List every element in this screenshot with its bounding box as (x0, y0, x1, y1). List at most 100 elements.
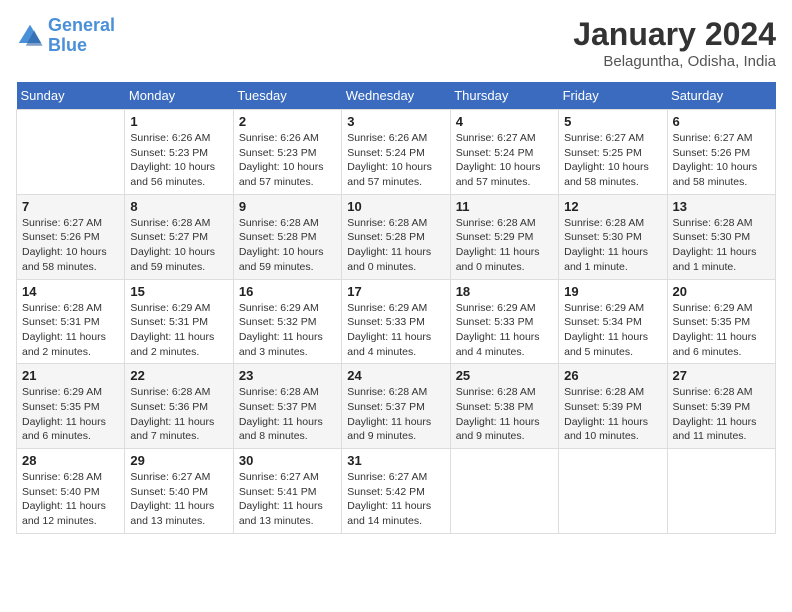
day-info: Sunrise: 6:28 AM Sunset: 5:37 PM Dayligh… (347, 385, 444, 444)
calendar-table: SundayMondayTuesdayWednesdayThursdayFrid… (16, 82, 776, 534)
day-info: Sunrise: 6:29 AM Sunset: 5:35 PM Dayligh… (22, 385, 119, 444)
calendar-cell: 18Sunrise: 6:29 AM Sunset: 5:33 PM Dayli… (450, 279, 558, 364)
day-info: Sunrise: 6:29 AM Sunset: 5:33 PM Dayligh… (456, 301, 553, 360)
day-info: Sunrise: 6:26 AM Sunset: 5:24 PM Dayligh… (347, 131, 444, 190)
page-header: General Blue January 2024 Belaguntha, Od… (16, 16, 776, 70)
calendar-body: 1 Sunrise: 6:26 AM Sunset: 5:23 PM Daylig… (17, 110, 776, 534)
day-info: Sunrise: 6:28 AM Sunset: 5:38 PM Dayligh… (456, 385, 553, 444)
day-header: Monday (125, 82, 233, 110)
day-info: Sunrise: 6:27 AM Sunset: 5:42 PM Dayligh… (347, 470, 444, 529)
calendar-cell: 11 Sunrise: 6:28 AM Sunset: 5:29 PM Dayli… (450, 194, 558, 279)
calendar-cell: 19 Sunrise: 6:29 AM Sunset: 5:34 PM Dayli… (559, 279, 667, 364)
calendar-cell: 27Sunrise: 6:28 AM Sunset: 5:39 PM Dayli… (667, 364, 775, 449)
calendar-cell: 31 Sunrise: 6:27 AM Sunset: 5:42 PM Dayli… (342, 449, 450, 534)
day-number: 15 (130, 284, 227, 299)
calendar-cell: 30 Sunrise: 6:27 AM Sunset: 5:41 PM Dayli… (233, 449, 341, 534)
day-info: Sunrise: 6:28 AM Sunset: 5:40 PM Dayligh… (22, 470, 119, 529)
calendar-cell (667, 449, 775, 534)
calendar-cell: 28 Sunrise: 6:28 AM Sunset: 5:40 PM Dayli… (17, 449, 125, 534)
day-info: Sunrise: 6:26 AM Sunset: 5:23 PM Dayligh… (130, 131, 227, 190)
calendar-cell: 9Sunrise: 6:28 AM Sunset: 5:28 PM Daylig… (233, 194, 341, 279)
day-number: 10 (347, 199, 444, 214)
day-number: 16 (239, 284, 336, 299)
calendar-cell (559, 449, 667, 534)
logo: General Blue (16, 16, 115, 56)
calendar-cell: 4 Sunrise: 6:27 AM Sunset: 5:24 PM Daylig… (450, 110, 558, 195)
day-number: 28 (22, 453, 119, 468)
day-number: 4 (456, 114, 553, 129)
calendar-cell: 24 Sunrise: 6:28 AM Sunset: 5:37 PM Dayli… (342, 364, 450, 449)
day-number: 5 (564, 114, 661, 129)
calendar-cell: 20 Sunrise: 6:29 AM Sunset: 5:35 PM Dayli… (667, 279, 775, 364)
calendar-week-row: 1 Sunrise: 6:26 AM Sunset: 5:23 PM Daylig… (17, 110, 776, 195)
day-number: 22 (130, 368, 227, 383)
calendar-week-row: 14 Sunrise: 6:28 AM Sunset: 5:31 PM Dayli… (17, 279, 776, 364)
calendar-cell: 1 Sunrise: 6:26 AM Sunset: 5:23 PM Daylig… (125, 110, 233, 195)
calendar-cell (17, 110, 125, 195)
day-number: 1 (130, 114, 227, 129)
day-number: 3 (347, 114, 444, 129)
day-info: Sunrise: 6:27 AM Sunset: 5:26 PM Dayligh… (22, 216, 119, 275)
day-header: Friday (559, 82, 667, 110)
title-block: January 2024 Belaguntha, Odisha, India (573, 16, 776, 70)
calendar-cell: 16 Sunrise: 6:29 AM Sunset: 5:32 PM Dayli… (233, 279, 341, 364)
day-number: 23 (239, 368, 336, 383)
day-header: Thursday (450, 82, 558, 110)
day-number: 30 (239, 453, 336, 468)
day-info: Sunrise: 6:29 AM Sunset: 5:33 PM Dayligh… (347, 301, 444, 360)
calendar-cell: 26 Sunrise: 6:28 AM Sunset: 5:39 PM Dayli… (559, 364, 667, 449)
day-number: 8 (130, 199, 227, 214)
day-info: Sunrise: 6:28 AM Sunset: 5:28 PM Dayligh… (347, 216, 444, 275)
calendar-cell: 15 Sunrise: 6:29 AM Sunset: 5:31 PM Dayli… (125, 279, 233, 364)
calendar-cell: 13Sunrise: 6:28 AM Sunset: 5:30 PM Dayli… (667, 194, 775, 279)
calendar-header-row: SundayMondayTuesdayWednesdayThursdayFrid… (17, 82, 776, 110)
day-info: Sunrise: 6:27 AM Sunset: 5:41 PM Dayligh… (239, 470, 336, 529)
calendar-cell: 8Sunrise: 6:28 AM Sunset: 5:27 PM Daylig… (125, 194, 233, 279)
day-header: Wednesday (342, 82, 450, 110)
logo-text: General Blue (48, 16, 115, 56)
day-header: Tuesday (233, 82, 341, 110)
day-number: 7 (22, 199, 119, 214)
calendar-cell: 14 Sunrise: 6:28 AM Sunset: 5:31 PM Dayli… (17, 279, 125, 364)
day-info: Sunrise: 6:29 AM Sunset: 5:34 PM Dayligh… (564, 301, 661, 360)
day-info: Sunrise: 6:28 AM Sunset: 5:31 PM Dayligh… (22, 301, 119, 360)
calendar-cell: 5Sunrise: 6:27 AM Sunset: 5:25 PM Daylig… (559, 110, 667, 195)
day-info: Sunrise: 6:27 AM Sunset: 5:26 PM Dayligh… (673, 131, 770, 190)
day-info: Sunrise: 6:28 AM Sunset: 5:29 PM Dayligh… (456, 216, 553, 275)
day-info: Sunrise: 6:29 AM Sunset: 5:32 PM Dayligh… (239, 301, 336, 360)
day-info: Sunrise: 6:29 AM Sunset: 5:31 PM Dayligh… (130, 301, 227, 360)
day-number: 20 (673, 284, 770, 299)
day-info: Sunrise: 6:28 AM Sunset: 5:28 PM Dayligh… (239, 216, 336, 275)
day-number: 17 (347, 284, 444, 299)
day-number: 14 (22, 284, 119, 299)
calendar-cell: 25 Sunrise: 6:28 AM Sunset: 5:38 PM Dayli… (450, 364, 558, 449)
calendar-week-row: 21 Sunrise: 6:29 AM Sunset: 5:35 PM Dayli… (17, 364, 776, 449)
day-info: Sunrise: 6:27 AM Sunset: 5:24 PM Dayligh… (456, 131, 553, 190)
calendar-week-row: 28 Sunrise: 6:28 AM Sunset: 5:40 PM Dayli… (17, 449, 776, 534)
day-number: 25 (456, 368, 553, 383)
day-info: Sunrise: 6:28 AM Sunset: 5:39 PM Dayligh… (564, 385, 661, 444)
calendar-cell: 6 Sunrise: 6:27 AM Sunset: 5:26 PM Daylig… (667, 110, 775, 195)
day-header: Saturday (667, 82, 775, 110)
calendar-cell: 12 Sunrise: 6:28 AM Sunset: 5:30 PM Dayli… (559, 194, 667, 279)
day-number: 11 (456, 199, 553, 214)
day-info: Sunrise: 6:28 AM Sunset: 5:30 PM Dayligh… (564, 216, 661, 275)
calendar-week-row: 7 Sunrise: 6:27 AM Sunset: 5:26 PM Daylig… (17, 194, 776, 279)
calendar-cell: 3 Sunrise: 6:26 AM Sunset: 5:24 PM Daylig… (342, 110, 450, 195)
day-number: 12 (564, 199, 661, 214)
day-number: 24 (347, 368, 444, 383)
day-info: Sunrise: 6:27 AM Sunset: 5:40 PM Dayligh… (130, 470, 227, 529)
day-number: 31 (347, 453, 444, 468)
day-info: Sunrise: 6:28 AM Sunset: 5:37 PM Dayligh… (239, 385, 336, 444)
day-info: Sunrise: 6:29 AM Sunset: 5:35 PM Dayligh… (673, 301, 770, 360)
day-number: 21 (22, 368, 119, 383)
day-number: 19 (564, 284, 661, 299)
day-info: Sunrise: 6:26 AM Sunset: 5:23 PM Dayligh… (239, 131, 336, 190)
day-number: 26 (564, 368, 661, 383)
month-title: January 2024 (573, 16, 776, 53)
day-number: 6 (673, 114, 770, 129)
day-number: 27 (673, 368, 770, 383)
calendar-cell: 10 Sunrise: 6:28 AM Sunset: 5:28 PM Dayli… (342, 194, 450, 279)
calendar-cell: 17 Sunrise: 6:29 AM Sunset: 5:33 PM Dayli… (342, 279, 450, 364)
day-header: Sunday (17, 82, 125, 110)
